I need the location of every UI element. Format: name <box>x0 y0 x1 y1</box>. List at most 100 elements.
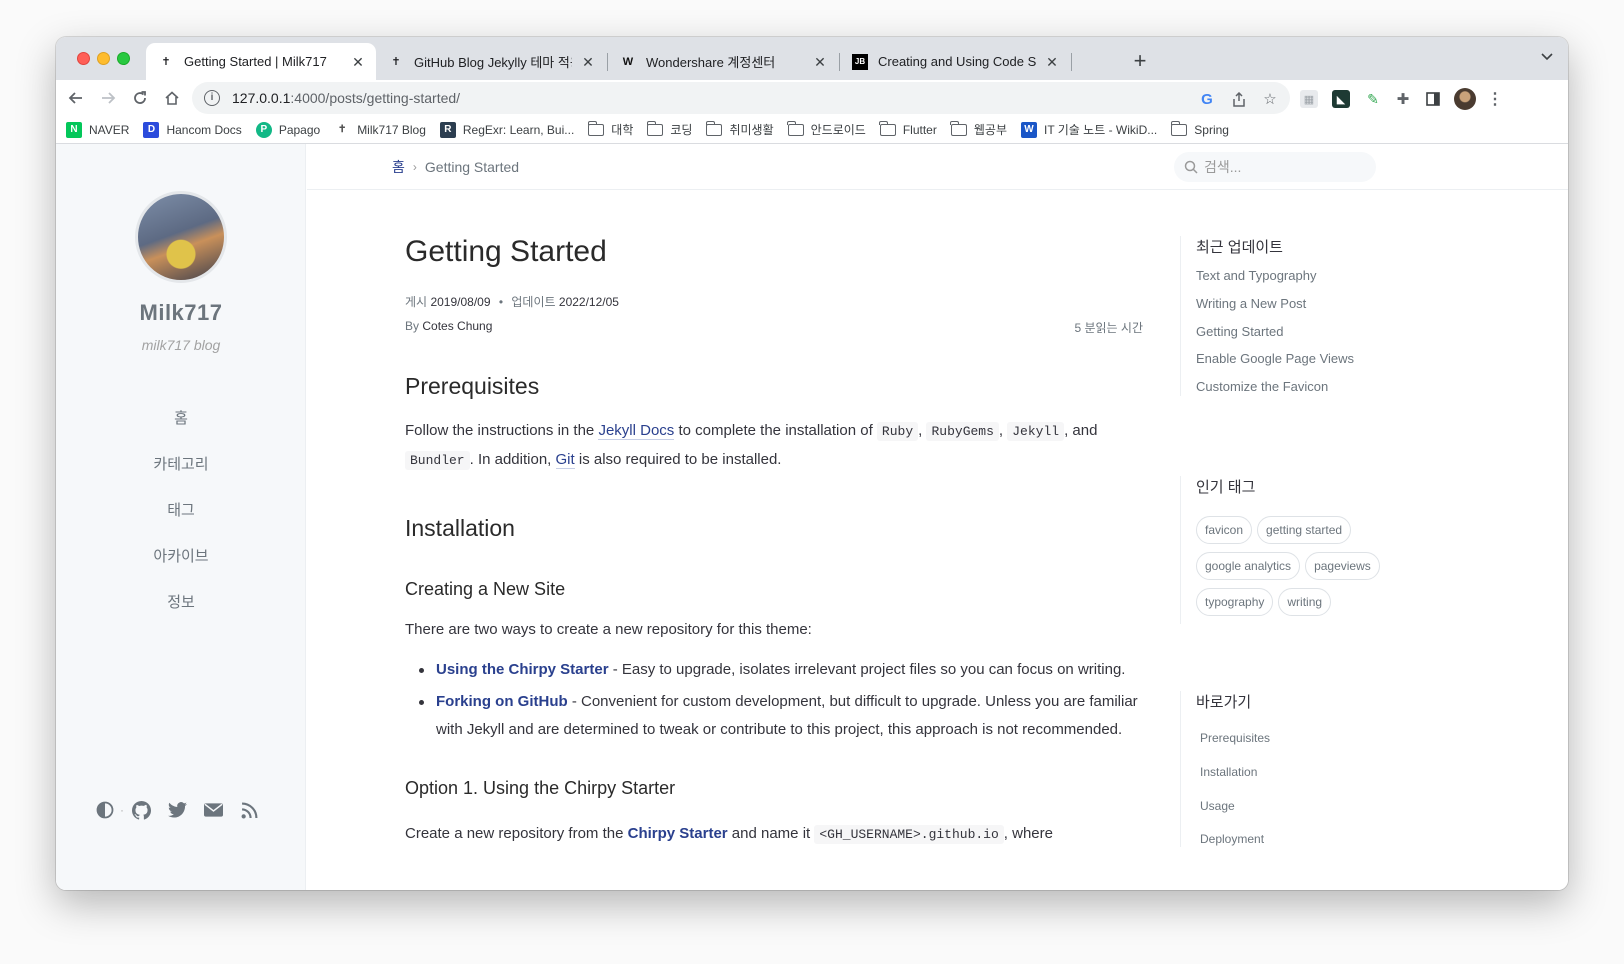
bookmark-regexr[interactable]: R RegExr: Learn, Bui... <box>439 121 574 138</box>
sidebar-item-categories[interactable]: 카테고리 <box>56 442 306 488</box>
tag-chip[interactable]: typography <box>1196 588 1274 616</box>
toc-link[interactable]: Prerequisites <box>1196 731 1400 746</box>
bookmark-folder-flutter[interactable]: Flutter <box>879 120 937 137</box>
tab-github-blog[interactable]: ✝ GitHub Blog Jekylly 테마 적용 시 ✕ <box>376 43 606 80</box>
jekyll-docs-link[interactable]: Jekyll Docs <box>598 422 675 440</box>
home-icon <box>165 91 179 105</box>
sidebar-item-tags[interactable]: 태그 <box>56 488 306 534</box>
close-tab-icon[interactable]: ✕ <box>350 54 366 70</box>
tab-wondershare[interactable]: W Wondershare 계정센터 ✕ <box>608 43 838 80</box>
install-intro: There are two ways to create a new repos… <box>405 621 812 638</box>
close-tab-icon[interactable]: ✕ <box>1044 54 1060 70</box>
site-title[interactable]: Milk717 <box>56 300 306 326</box>
folder-icon <box>587 120 605 136</box>
github-icon[interactable] <box>130 799 152 821</box>
chirpy-starter-repo-link[interactable]: Chirpy Starter <box>628 825 728 842</box>
minimize-window-button[interactable] <box>97 52 110 65</box>
bookmark-hancom[interactable]: D Hancom Docs <box>143 121 242 138</box>
heading-option1: Option 1. Using the Chirpy Starter <box>405 778 676 798</box>
email-icon[interactable] <box>202 799 224 821</box>
sidebar-item-archives[interactable]: 아카이브 <box>56 534 306 580</box>
bookmark-folder-coding[interactable]: 코딩 <box>646 120 692 138</box>
breadcrumb: 홈 › Getting Started <box>392 157 519 177</box>
bookmark-folder-android[interactable]: 안드로이드 <box>787 120 866 138</box>
extension-icon[interactable]: ▦ <box>1300 90 1318 108</box>
bookmark-papago[interactable]: P Papago <box>255 121 320 138</box>
tag-chip[interactable]: favicon <box>1196 516 1253 544</box>
bookmark-star-icon[interactable]: ☆ <box>1261 90 1279 108</box>
read-time: 5 분읽는 시간 <box>1074 321 1143 335</box>
puzzle-icon[interactable]: ✚ <box>1394 90 1412 108</box>
bookmark-naver[interactable]: N NAVER <box>66 121 129 138</box>
more-menu-icon[interactable]: ⋮ <box>1486 90 1504 108</box>
breadcrumb-current: Getting Started <box>424 159 520 175</box>
breadcrumb-separator: › <box>412 160 417 174</box>
search-placeholder: 검색... <box>1204 159 1242 175</box>
blog-sidebar: Milk717 milk717 blog 홈 카테고리 태그 아카이브 정보 · <box>56 144 306 890</box>
bookmark-wikidocs[interactable]: W IT 기술 노트 - WikiD... <box>1020 121 1157 138</box>
side-panel-icon[interactable] <box>1424 90 1442 108</box>
prereq-paragraph: Follow the instructions in the Jekyll Do… <box>405 422 1098 470</box>
sidebar-item-about[interactable]: 정보 <box>56 580 306 626</box>
post-title: Getting Started <box>405 235 607 268</box>
toc-link[interactable]: Deployment <box>1196 833 1400 847</box>
tag-chip[interactable]: pageviews <box>1305 552 1380 580</box>
tab-separator <box>1071 53 1072 71</box>
hancom-icon: D <box>143 121 160 138</box>
chirpy-starter-link[interactable]: Using the Chirpy Starter <box>436 661 609 678</box>
recent-link[interactable]: Writing a New Post <box>1196 296 1400 313</box>
tag-list: favicon getting started google analytics… <box>1196 516 1396 624</box>
separator-dot: · <box>120 803 124 817</box>
theme-toggle-icon[interactable] <box>94 799 116 821</box>
bookmark-folder-hobby[interactable]: 취미생활 <box>705 120 774 138</box>
tab-code-snippets[interactable]: JB Creating and Using Code Snipp ✕ <box>840 43 1070 80</box>
arrow-left-icon <box>68 92 82 104</box>
close-tab-icon[interactable]: ✕ <box>580 54 596 70</box>
browser-toolbar: i 127.0.0.1:4000/posts/getting-started/ … <box>56 80 1568 116</box>
bookmark-folder-spring[interactable]: Spring <box>1170 120 1229 137</box>
recent-link[interactable]: Getting Started <box>1196 324 1400 341</box>
back-button[interactable] <box>62 84 90 112</box>
close-window-button[interactable] <box>77 52 90 65</box>
recent-link[interactable]: Customize the Favicon <box>1196 379 1400 396</box>
tag-chip[interactable]: getting started <box>1257 516 1352 544</box>
forking-github-link[interactable]: Forking on GitHub <box>436 693 568 710</box>
rss-icon[interactable] <box>238 799 260 821</box>
post-author[interactable]: Cotes Chung <box>422 319 492 333</box>
share-icon[interactable] <box>1230 90 1248 108</box>
forward-button[interactable] <box>94 84 122 112</box>
tag-chip[interactable]: writing <box>1278 588 1332 616</box>
reload-button[interactable] <box>126 84 154 112</box>
extension-icon[interactable]: ✎ <box>1364 90 1382 108</box>
toc-link[interactable]: Usage <box>1196 799 1400 814</box>
twitter-icon[interactable] <box>166 799 188 821</box>
address-bar[interactable]: i 127.0.0.1:4000/posts/getting-started/ … <box>192 82 1290 114</box>
tab-getting-started[interactable]: ✝ Getting Started | Milk717 ✕ <box>146 43 376 80</box>
web-page: Milk717 milk717 blog 홈 카테고리 태그 아카이브 정보 · <box>56 144 1568 890</box>
sidebar-item-home[interactable]: 홈 <box>56 396 306 442</box>
jekyll-icon: ✝ <box>391 56 401 68</box>
chevron-down-icon[interactable] <box>1540 49 1554 66</box>
bookmark-folder-web[interactable]: 웹공부 <box>950 120 1007 138</box>
new-tab-button[interactable]: + <box>1126 48 1154 76</box>
extension-icon[interactable]: ◣ <box>1332 90 1350 108</box>
bookmark-milk717[interactable]: ✝ Milk717 Blog <box>334 122 426 138</box>
profile-avatar-icon[interactable] <box>1454 88 1476 110</box>
zoom-window-button[interactable] <box>117 52 130 65</box>
folder-icon <box>646 120 664 136</box>
avatar[interactable] <box>135 191 227 283</box>
toc-link[interactable]: Installation <box>1196 765 1400 780</box>
close-tab-icon[interactable]: ✕ <box>812 54 828 70</box>
search-input[interactable]: 검색... <box>1174 152 1376 182</box>
recent-link[interactable]: Text and Typography <box>1196 268 1400 285</box>
recent-updates: 최근 업데이트 Text and Typography Writing a Ne… <box>1180 236 1400 396</box>
git-link[interactable]: Git <box>555 451 575 469</box>
table-of-contents: 바로가기 Prerequisites Installation Usage De… <box>1180 691 1400 848</box>
tag-chip[interactable]: google analytics <box>1196 552 1301 580</box>
home-button[interactable] <box>158 84 186 112</box>
breadcrumb-home[interactable]: 홈 <box>392 157 405 177</box>
site-info-icon[interactable]: i <box>204 90 220 106</box>
recent-link[interactable]: Enable Google Page Views <box>1196 351 1400 368</box>
bookmark-folder-univ[interactable]: 대학 <box>587 120 633 138</box>
google-translate-icon[interactable]: G <box>1198 90 1216 108</box>
